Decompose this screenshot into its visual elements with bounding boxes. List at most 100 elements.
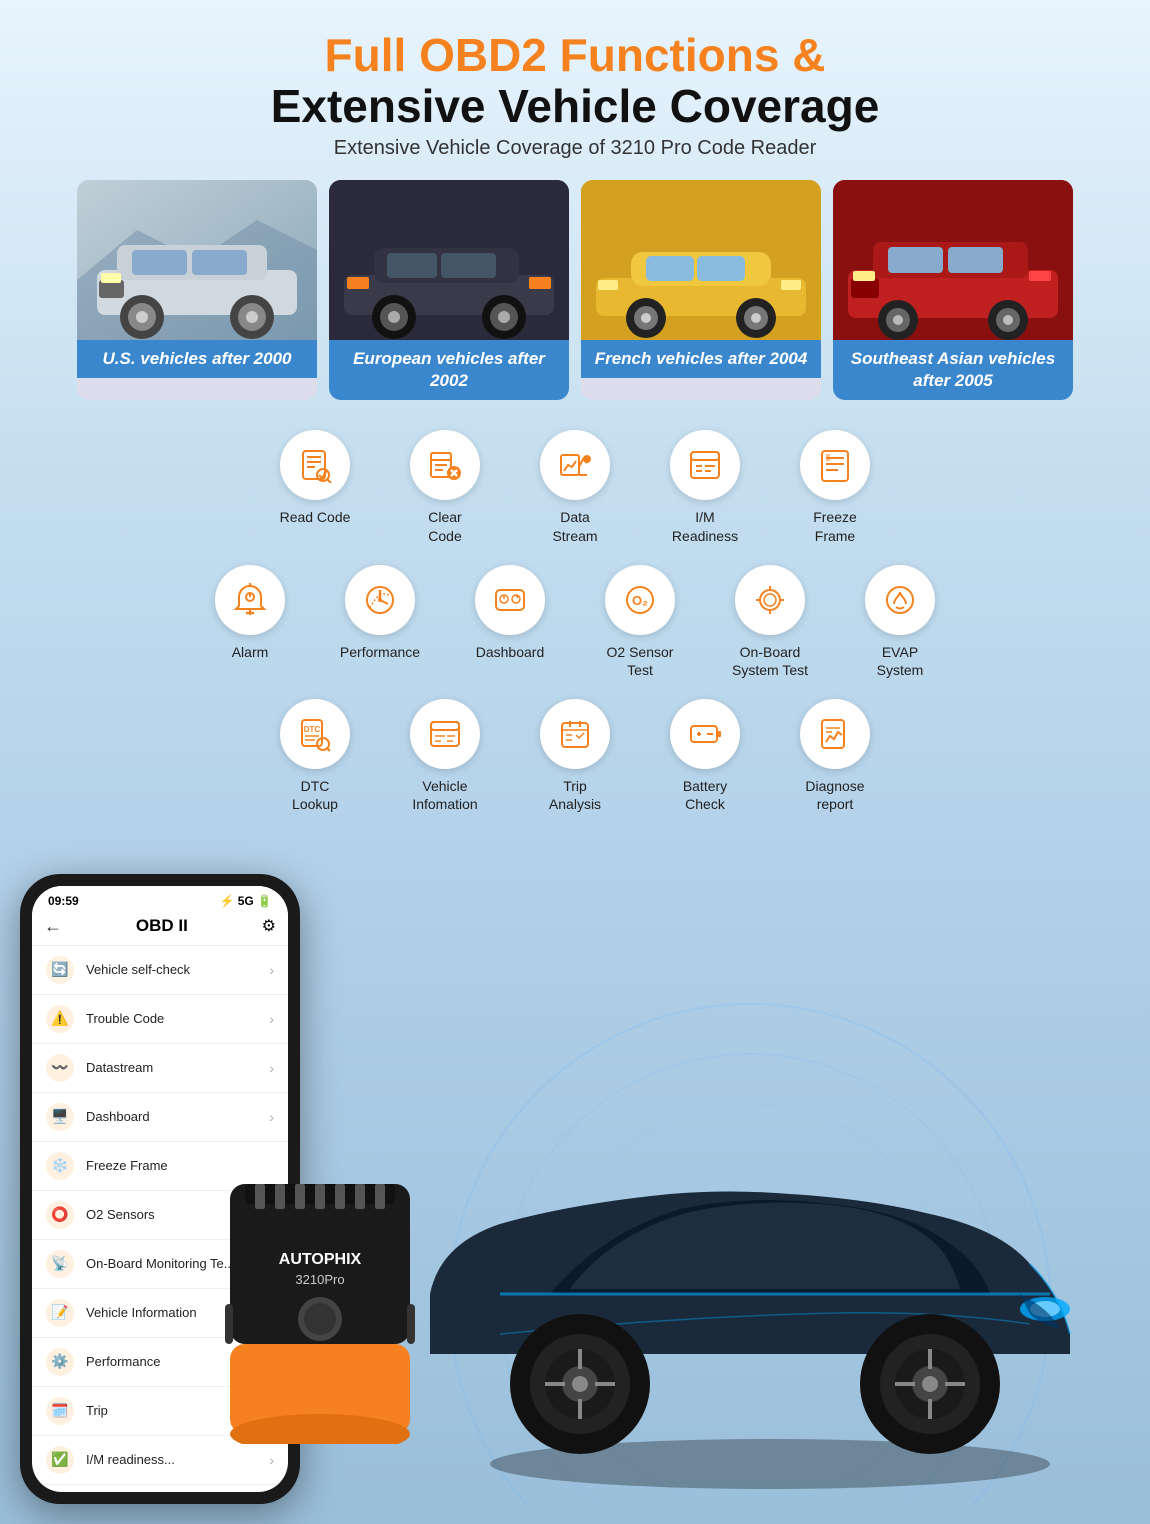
vehicle-label-eu: European vehicles after 2002	[329, 340, 569, 400]
phone-status-bar: 09:59 ⚡ 5G 🔋	[32, 886, 288, 912]
header-subtitle: Extensive Vehicle Coverage of 3210 Pro C…	[20, 137, 1130, 160]
vehicle-card-eu: European vehicles after 2002	[329, 180, 569, 400]
func-label-battery-check: BatteryCheck	[683, 777, 727, 813]
func-label-performance: Performance	[340, 643, 420, 661]
func-label-read-code: Read Code	[280, 508, 351, 526]
phone-menu-text-11: I/M readiness...	[86, 1452, 257, 1467]
functions-row-3: DTC DTCLookup	[20, 699, 1130, 813]
functions-row-1: Read Code ClearCode	[20, 430, 1130, 544]
func-vehicle-info: VehicleInfomation	[395, 699, 495, 813]
func-icon-trip-analysis	[540, 699, 610, 769]
func-label-vehicle-info: VehicleInfomation	[412, 777, 477, 813]
phone-menu-arrow-2: ›	[269, 1011, 274, 1027]
phone-app-header: ← OBD II ⚙	[32, 912, 288, 946]
func-read-code: Read Code	[265, 430, 365, 544]
phone-app-title: OBD II	[70, 916, 254, 936]
func-data-stream: DataStream	[525, 430, 625, 544]
phone-menu-text-4: Dashboard	[86, 1109, 257, 1124]
phone-menu-text-5: Freeze Frame	[86, 1158, 274, 1173]
func-icon-battery-check	[670, 699, 740, 769]
phone-menu-icon-9: ⚙️	[46, 1348, 74, 1376]
func-clear-code: ClearCode	[395, 430, 495, 544]
header-line2: Extensive Vehicle Coverage	[20, 81, 1130, 132]
func-label-im-readiness: I/MReadiness	[672, 508, 738, 544]
func-o2-sensor: O₂ O2 SensorTest	[590, 565, 690, 679]
vehicle-cards-row: U.S. vehicles after 2000	[20, 180, 1130, 400]
phone-menu-arrow-4: ›	[269, 1109, 274, 1125]
func-icon-onboard-test	[735, 565, 805, 635]
phone-back-button[interactable]: ←	[44, 916, 62, 937]
func-freeze-frame: FreezeFrame	[785, 430, 885, 544]
header-section: Full OBD2 Functions & Extensive Vehicle …	[20, 30, 1130, 160]
func-icon-o2-sensor: O₂	[605, 565, 675, 635]
car-image-fr	[581, 180, 821, 340]
phone-settings-icon[interactable]: ⚙	[262, 916, 276, 936]
vehicle-label-sea: Southeast Asian vehicles after 2005	[833, 340, 1073, 400]
phone-menu-arrow-11: ›	[269, 1452, 274, 1468]
func-label-trip-analysis: TripAnalysis	[549, 777, 601, 813]
phone-menu-icon-11: ✅	[46, 1446, 74, 1474]
func-alarm: Alarm	[200, 565, 300, 679]
func-evap: EVAPSystem	[850, 565, 950, 679]
page-wrapper: Full OBD2 Functions & Extensive Vehicle …	[0, 0, 1150, 1524]
functions-section: Read Code ClearCode	[20, 420, 1130, 843]
phone-menu-text-1: Vehicle self-check	[86, 962, 257, 977]
func-label-diagnose-report: Diagnosereport	[805, 777, 864, 813]
func-icon-dashboard	[475, 565, 545, 635]
car-background	[350, 954, 1150, 1504]
func-diagnose-report: Diagnosereport	[785, 699, 885, 813]
phone-menu-icon-4: 🖥️	[46, 1103, 74, 1131]
phone-menu-arrow-1: ›	[269, 962, 274, 978]
func-label-evap: EVAPSystem	[877, 643, 924, 679]
vehicle-card-sea: Southeast Asian vehicles after 2005	[833, 180, 1073, 400]
func-icon-im-readiness	[670, 430, 740, 500]
phone-menu-icon-2: ⚠️	[46, 1005, 74, 1033]
svg-text:3210Pro: 3210Pro	[295, 1272, 344, 1287]
svg-text:O₂: O₂	[632, 593, 648, 608]
vehicle-card-us: U.S. vehicles after 2000	[77, 180, 317, 400]
phone-signal: ⚡ 5G 🔋	[219, 894, 272, 908]
phone-menu-item-1[interactable]: 🔄 Vehicle self-check ›	[32, 946, 288, 995]
vehicle-card-fr: French vehicles after 2004	[581, 180, 821, 400]
func-label-dtc-lookup: DTCLookup	[292, 777, 338, 813]
func-dashboard: Dashboard	[460, 565, 560, 679]
car-image-us	[77, 180, 317, 340]
phone-menu-icon-5: ❄️	[46, 1152, 74, 1180]
bottom-section: 09:59 ⚡ 5G 🔋 ← OBD II ⚙ 🔄 Vehicle self-c…	[20, 854, 1130, 1504]
phone-menu-icon-8: 📝	[46, 1299, 74, 1327]
func-icon-vehicle-info	[410, 699, 480, 769]
func-performance: Performance	[330, 565, 430, 679]
func-icon-dtc-lookup: DTC	[280, 699, 350, 769]
func-icon-evap	[865, 565, 935, 635]
func-label-dashboard: Dashboard	[476, 643, 545, 661]
phone-menu-icon-7: 📡	[46, 1250, 74, 1278]
func-dtc-lookup: DTC DTCLookup	[265, 699, 365, 813]
func-label-alarm: Alarm	[232, 643, 269, 661]
func-onboard-test: On-BoardSystem Test	[720, 565, 820, 679]
func-icon-performance	[345, 565, 415, 635]
func-icon-clear-code	[410, 430, 480, 500]
phone-menu-item-4[interactable]: 🖥️ Dashboard ›	[32, 1093, 288, 1142]
car-image-sea	[833, 180, 1073, 340]
phone-menu-item-2[interactable]: ⚠️ Trouble Code ›	[32, 995, 288, 1044]
phone-menu-text-3: Datastream	[86, 1060, 257, 1075]
func-icon-alarm	[215, 565, 285, 635]
phone-menu-icon-10: 🗓️	[46, 1397, 74, 1425]
phone-menu-item-3[interactable]: 〰️ Datastream ›	[32, 1044, 288, 1093]
func-trip-analysis: TripAnalysis	[525, 699, 625, 813]
func-icon-freeze-frame	[800, 430, 870, 500]
phone-menu-text-2: Trouble Code	[86, 1011, 257, 1026]
vehicle-label-us: U.S. vehicles after 2000	[77, 340, 317, 378]
phone-time: 09:59	[48, 894, 79, 908]
func-label-clear-code: ClearCode	[428, 508, 461, 544]
obd-device: AUTOPHIX 3210Pro	[220, 1184, 440, 1444]
func-label-o2-sensor: O2 SensorTest	[607, 643, 674, 679]
svg-text:DTC: DTC	[304, 725, 321, 734]
func-icon-data-stream	[540, 430, 610, 500]
func-im-readiness: I/MReadiness	[655, 430, 755, 544]
func-label-data-stream: DataStream	[552, 508, 597, 544]
header-line1: Full OBD2 Functions &	[20, 30, 1130, 81]
car-image-eu	[329, 180, 569, 340]
func-label-freeze-frame: FreezeFrame	[813, 508, 857, 544]
func-icon-read-code	[280, 430, 350, 500]
